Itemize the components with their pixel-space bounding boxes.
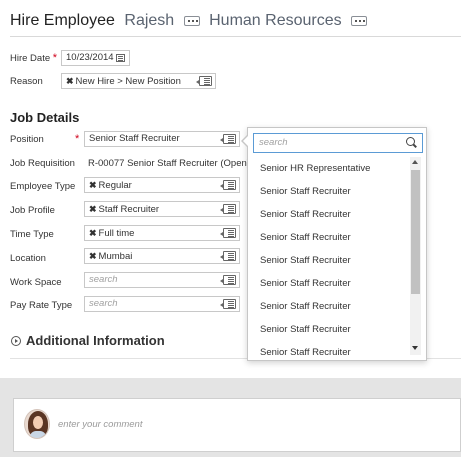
popup-option[interactable]: Senior Staff Recruiter xyxy=(248,226,410,249)
page-title: Hire Employee xyxy=(10,12,115,29)
popup-option[interactable]: Senior Staff Recruiter xyxy=(248,318,410,341)
more-options-icon[interactable] xyxy=(183,16,200,26)
pay-rate-type-field[interactable]: search xyxy=(84,296,240,312)
pay-rate-type-label: Pay Rate Type xyxy=(10,300,73,311)
required-indicator: * xyxy=(75,133,80,145)
job-details-heading: Job Details xyxy=(10,110,80,125)
scroll-down-arrow-icon[interactable] xyxy=(412,346,418,350)
employee-type-label: Employee Type xyxy=(10,181,76,192)
location-label: Location xyxy=(10,253,46,264)
page-header: Hire Employee Rajesh Human Resources xyxy=(10,12,368,34)
organization-link[interactable]: Human Resources xyxy=(209,12,342,29)
job-requisition-value: R-00077 Senior Staff Recruiter (Open) xyxy=(88,158,250,169)
remove-item-icon[interactable]: ✖ xyxy=(89,251,97,261)
job-profile-label: Job Profile xyxy=(10,205,55,216)
prompt-list-icon[interactable] xyxy=(220,275,236,285)
popup-option-list: Senior HR Representative Senior Staff Re… xyxy=(248,157,410,356)
popup-option[interactable]: Senior Staff Recruiter xyxy=(248,295,410,318)
required-indicator: * xyxy=(52,52,58,64)
pay-rate-type-placeholder: search xyxy=(89,298,118,309)
calendar-icon[interactable] xyxy=(116,54,125,62)
employee-name-link[interactable]: Rajesh xyxy=(124,12,174,29)
more-options-icon[interactable] xyxy=(351,16,368,26)
work-space-label: Work Space xyxy=(10,277,62,288)
work-space-field[interactable]: search xyxy=(84,272,240,288)
position-field[interactable]: Senior Staff Recruiter xyxy=(84,131,240,147)
time-type-label: Time Type xyxy=(10,229,54,240)
remove-item-icon[interactable]: ✖ xyxy=(66,76,74,86)
prompt-list-icon[interactable] xyxy=(220,134,236,144)
header-divider xyxy=(10,36,461,37)
expand-circle-icon xyxy=(11,336,21,346)
job-requisition-label: Job Requisition xyxy=(10,158,75,169)
popup-option[interactable]: Senior Staff Recruiter xyxy=(248,180,410,203)
scroll-up-arrow-icon[interactable] xyxy=(412,160,418,164)
additional-information-toggle[interactable]: Additional Information xyxy=(11,333,165,348)
position-label: Position xyxy=(10,134,44,145)
reason-label: Reason xyxy=(10,76,43,87)
remove-item-icon[interactable]: ✖ xyxy=(89,180,97,190)
hire-date-label: Hire Date * xyxy=(10,52,58,64)
popup-option[interactable]: Senior Staff Recruiter xyxy=(248,341,410,356)
time-type-field[interactable]: ✖ Full time xyxy=(84,225,240,241)
popup-caret xyxy=(243,136,248,146)
reason-field[interactable]: ✖ New Hire > New Position xyxy=(61,73,216,89)
search-icon[interactable] xyxy=(406,137,417,149)
remove-item-icon[interactable]: ✖ xyxy=(89,228,97,238)
prompt-list-icon[interactable] xyxy=(220,228,236,238)
popup-option[interactable]: Senior HR Representative xyxy=(248,157,410,180)
prompt-list-icon[interactable] xyxy=(220,180,236,190)
work-space-placeholder: search xyxy=(89,274,118,285)
prompt-list-icon[interactable] xyxy=(196,76,212,86)
job-profile-field[interactable]: ✖ Staff Recruiter xyxy=(84,201,240,217)
prompt-list-icon[interactable] xyxy=(220,299,236,309)
popup-scrollbar-thumb[interactable] xyxy=(411,170,420,294)
popup-option[interactable]: Senior Staff Recruiter xyxy=(248,249,410,272)
popup-option[interactable]: Senior Staff Recruiter xyxy=(248,272,410,295)
prompt-list-icon[interactable] xyxy=(220,251,236,261)
employee-type-field[interactable]: ✖ Regular xyxy=(84,177,240,193)
hire-date-field[interactable]: 10/23/2014 xyxy=(61,50,130,66)
location-field[interactable]: ✖ Mumbai xyxy=(84,248,240,264)
popup-option[interactable]: Senior Staff Recruiter xyxy=(248,203,410,226)
remove-item-icon[interactable]: ✖ xyxy=(89,204,97,214)
comment-input[interactable]: enter your comment xyxy=(58,419,142,430)
prompt-list-icon[interactable] xyxy=(220,204,236,214)
avatar xyxy=(24,409,50,439)
popup-search-input[interactable]: search xyxy=(253,133,423,153)
